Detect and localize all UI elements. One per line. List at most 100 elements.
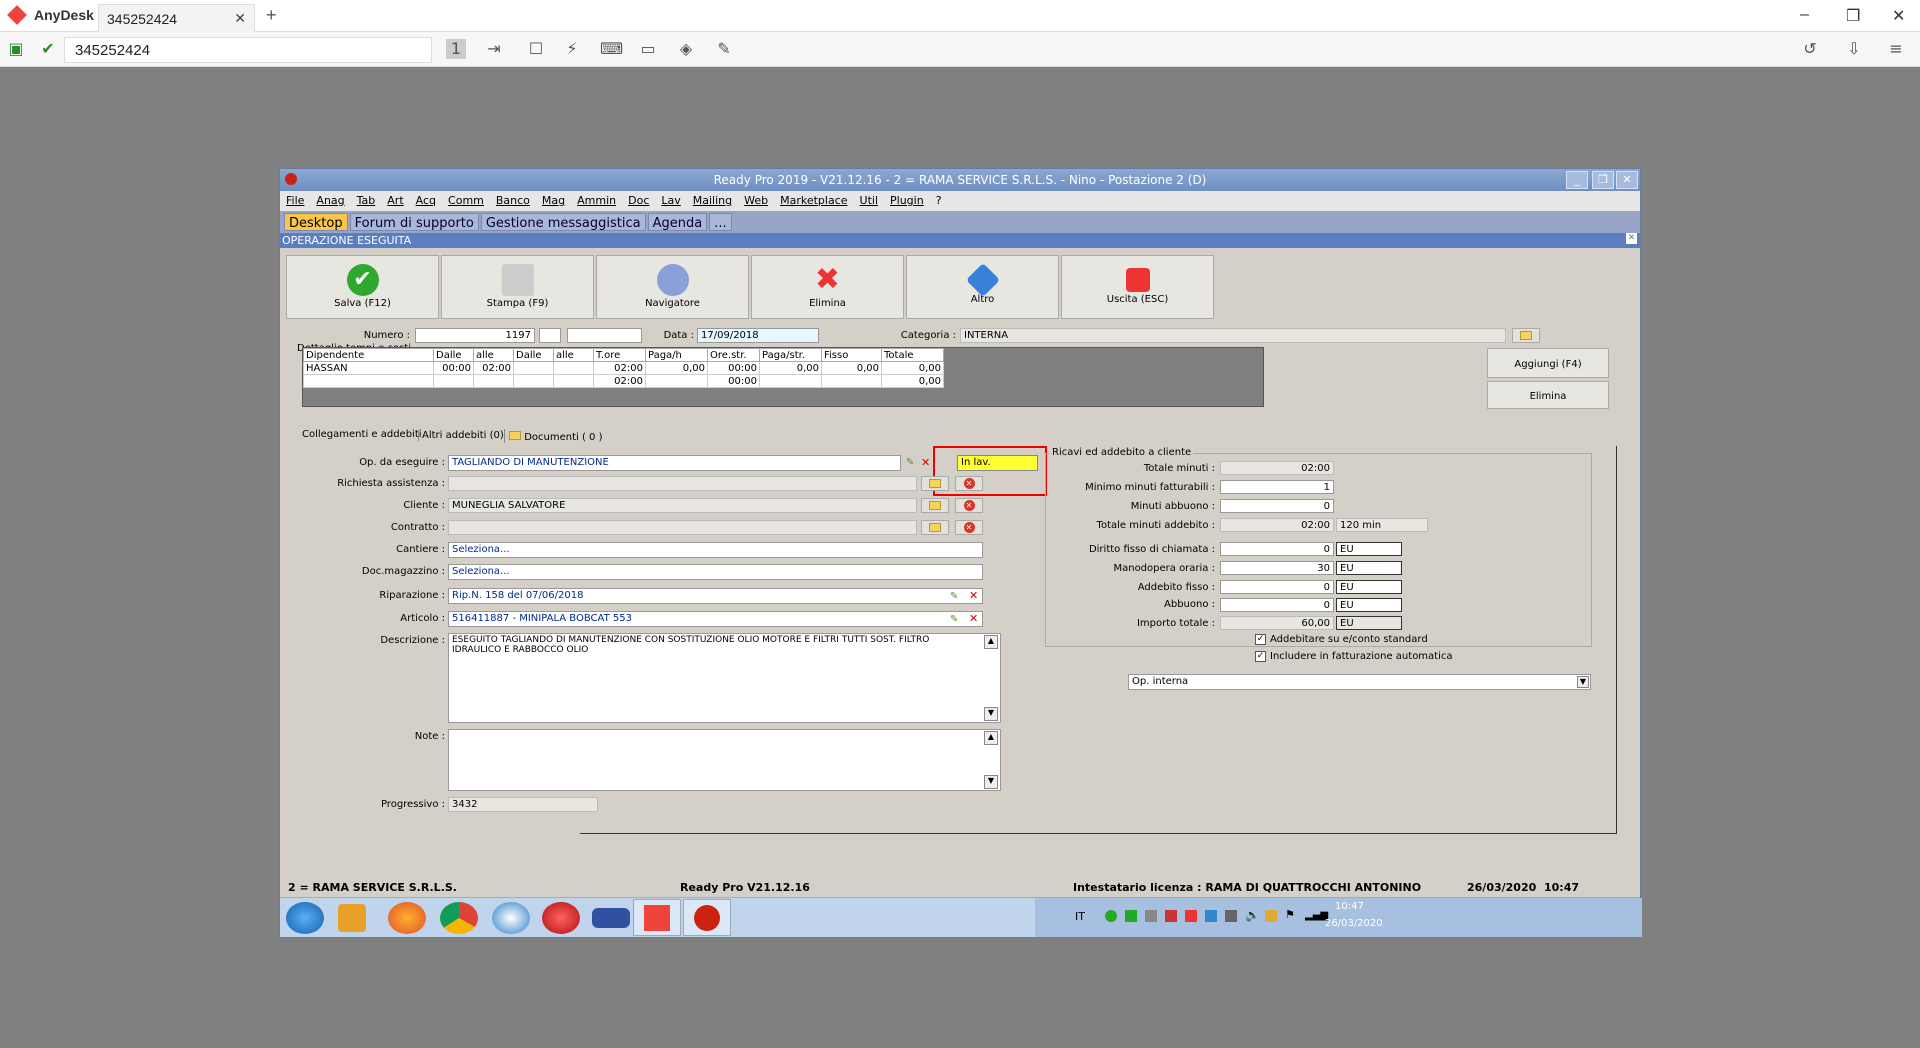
column-header[interactable]: Totale (881, 348, 944, 362)
richiesta-clear-button[interactable]: ✕ (955, 476, 983, 491)
keyboard-icon[interactable]: ⌨ (600, 39, 623, 59)
actions-icon[interactable]: ⚡ (562, 39, 582, 59)
column-header[interactable]: alle (473, 348, 514, 362)
fatturazione-checkbox[interactable]: ✓ (1255, 651, 1266, 662)
tray-app-icon[interactable] (1165, 910, 1177, 922)
anydesk-task-button[interactable] (633, 899, 681, 936)
data-field[interactable]: 17/09/2018 (697, 328, 819, 343)
tab-forum[interactable]: Forum di supporto (349, 213, 479, 231)
column-header[interactable]: Paga/h (645, 348, 708, 362)
chat-icon[interactable]: ☐ (526, 39, 546, 59)
menu-item[interactable]: Util (860, 194, 878, 208)
flag-icon[interactable]: ⚑ (1285, 908, 1295, 921)
column-header[interactable]: T.ore (593, 348, 646, 362)
display-icon[interactable]: ▭ (638, 39, 658, 59)
scroll-down-icon[interactable]: ▼ (984, 707, 998, 721)
file-transfer-icon[interactable]: ⇥ (484, 39, 504, 59)
chrome-icon[interactable] (440, 902, 478, 934)
tray-anydesk-icon[interactable] (1185, 910, 1197, 922)
column-header[interactable]: Dalle (513, 348, 554, 362)
categoria-browse-button[interactable] (1512, 328, 1540, 343)
whiteboard-icon[interactable]: ✎ (714, 39, 734, 59)
cell[interactable]: 02:00 (593, 361, 646, 375)
cliente-clear-button[interactable]: ✕ (955, 498, 983, 513)
note-textarea[interactable] (448, 729, 1001, 791)
articolo-field[interactable]: 516411887 - MINIPALA BOBCAT 553 (448, 611, 983, 627)
numero-field[interactable]: 1197 (415, 328, 535, 343)
contratto-clear-button[interactable]: ✕ (955, 520, 983, 535)
permissions-icon[interactable]: ◈ (676, 39, 696, 59)
tab-agenda[interactable]: Agenda (647, 213, 708, 231)
tab-desktop[interactable]: Desktop (284, 213, 348, 231)
ready-pro-icon[interactable] (542, 902, 580, 934)
clear-icon[interactable]: ✕ (969, 612, 978, 625)
numero-extra-field[interactable] (567, 328, 642, 343)
abbuono-field[interactable]: 0 (1220, 598, 1334, 612)
cliente-browse-button[interactable] (921, 498, 949, 513)
minimo-field[interactable]: 1 (1220, 480, 1334, 494)
diritto-field[interactable]: 0 (1220, 542, 1334, 556)
language-indicator[interactable]: IT (1075, 910, 1085, 923)
accept-icon[interactable]: ✔ (38, 39, 58, 59)
subtab-collegamenti[interactable]: Collegamenti e addebiti (302, 429, 422, 440)
media-player-icon[interactable] (338, 904, 366, 932)
menu-item[interactable]: Mag (542, 194, 565, 208)
richiesta-field[interactable] (448, 476, 917, 491)
richiesta-browse-button[interactable] (921, 476, 949, 491)
menu-item[interactable]: Banco (496, 194, 530, 208)
column-header[interactable]: Fisso (821, 348, 882, 362)
tray-app-icon[interactable] (1145, 910, 1157, 922)
tray-shield-icon[interactable] (1125, 910, 1137, 922)
descrizione-textarea[interactable]: ESEGUITO TAGLIANDO DI MANUTENZIONE CON S… (448, 633, 1001, 723)
cell[interactable] (513, 361, 554, 375)
docmag-field[interactable]: Seleziona... (448, 564, 983, 580)
edit-icon[interactable]: ✎ (906, 457, 916, 468)
abbuono-min-field[interactable]: 0 (1220, 499, 1334, 513)
minimize-icon[interactable]: _ (1566, 171, 1588, 189)
elimina-toolbar-button[interactable]: ✖ Elimina (751, 255, 904, 319)
cell[interactable]: 00:00 (707, 361, 760, 375)
cell[interactable]: 0,00 (759, 361, 822, 375)
tray-app-icon[interactable] (1265, 910, 1277, 922)
start-button-icon[interactable] (286, 902, 324, 934)
menu-item[interactable]: Mailing (693, 194, 732, 208)
menu-item[interactable]: Marketplace (780, 194, 847, 208)
tipo-select[interactable]: Op. interna ▼ (1128, 674, 1591, 690)
contratto-field[interactable] (448, 520, 917, 535)
tray-clock-time[interactable]: 10:47 (1335, 901, 1364, 912)
tray-check-icon[interactable] (1105, 910, 1117, 922)
tray-app-icon[interactable] (1205, 910, 1217, 922)
download-icon[interactable]: ⇩ (1844, 39, 1864, 59)
dettaglio-grid[interactable]: Dipendente Dalle alle Dalle alle T.ore P… (302, 347, 1264, 407)
table-row[interactable]: HASSAN 00:00 02:00 02:00 0,00 00:00 0,00… (303, 361, 944, 375)
menu-item[interactable]: ? (936, 194, 942, 208)
numero-suffix-field[interactable] (539, 328, 561, 343)
column-header[interactable]: Paga/str. (759, 348, 822, 362)
minimize-icon[interactable]: – (1800, 6, 1809, 24)
close-tab-icon[interactable]: ✕ (234, 10, 246, 27)
elimina-row-button[interactable]: Elimina (1487, 381, 1609, 409)
aggiungi-button[interactable]: Aggiungi (F4) (1487, 348, 1609, 378)
firefox-icon[interactable] (388, 902, 426, 934)
close-icon[interactable]: ✕ (1616, 171, 1638, 189)
tab-messaggistica[interactable]: Gestione messaggistica (480, 213, 646, 231)
close-window-icon[interactable]: ✕ (1892, 6, 1905, 26)
menu-item[interactable]: Tab (357, 194, 376, 208)
subtab-documenti[interactable]: Documenti ( 0 ) (504, 429, 602, 443)
menu-item[interactable]: Comm (448, 194, 484, 208)
maximize-icon[interactable]: ❐ (1592, 171, 1614, 189)
menu-icon[interactable]: ≡ (1886, 39, 1906, 59)
cliente-field[interactable]: MUNEGLIA SALVATORE (448, 498, 917, 513)
column-header[interactable]: alle (553, 348, 594, 362)
history-icon[interactable]: ↺ (1800, 39, 1820, 59)
cell[interactable]: 0,00 (645, 361, 708, 375)
menu-item[interactable]: Doc (628, 194, 649, 208)
thunderbird-icon[interactable] (492, 902, 530, 934)
menu-item[interactable]: Plugin (890, 194, 924, 208)
ready-pro-task-button[interactable] (683, 899, 731, 936)
menu-item[interactable]: Art (387, 194, 403, 208)
manodopera-field[interactable]: 30 (1220, 561, 1334, 575)
clear-icon[interactable]: ✕ (969, 589, 978, 602)
cell[interactable]: 0,00 (881, 361, 944, 375)
tab-more[interactable]: ... (709, 213, 732, 231)
